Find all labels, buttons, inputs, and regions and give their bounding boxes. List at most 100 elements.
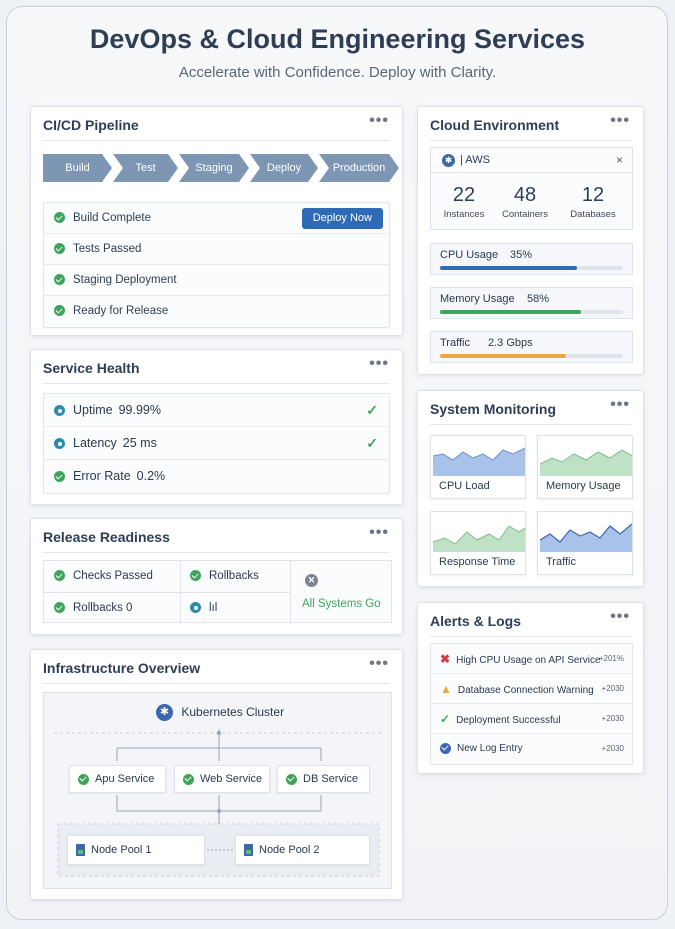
info-icon	[440, 742, 451, 754]
list-item: Staging Deployment	[44, 265, 389, 296]
checks-passed-cell: Checks Passed	[44, 561, 153, 592]
page-subtitle: Accelerate with Confidence. Deploy with …	[178, 64, 497, 81]
stage-deploy[interactable]: Deploy	[250, 154, 318, 182]
cpu-load-tile[interactable]: CPU Load	[430, 435, 526, 499]
card-title: Cloud Environment	[430, 117, 560, 133]
list-item: Ready for Release	[44, 296, 389, 327]
list-item: Latency 25 ms ✓	[44, 427, 389, 460]
more-menu-icon[interactable]: •••	[610, 112, 630, 130]
status-dot-icon	[54, 405, 65, 417]
response-time-sparkline	[433, 525, 525, 552]
memory-usage-tile[interactable]: Memory Usage	[537, 435, 633, 499]
web-service-node[interactable]: Web Service	[174, 765, 270, 793]
check-circle-icon	[54, 243, 65, 255]
node-pool-2[interactable]: Node Pool 2	[235, 835, 370, 865]
card-title: Infrastructure Overview	[43, 660, 201, 676]
aws-panel: ✱ | AWS × 22 Instances 48 Containers 12 …	[430, 147, 633, 230]
rollbacks-count-cell: Rollbacks 0	[44, 593, 132, 624]
traffic-meter: Traffic 2.3 Gbps	[430, 331, 633, 363]
release-grid: Checks Passed Rollbacks Rollbacks 0 lıl …	[43, 560, 392, 624]
usage-fill	[440, 354, 567, 358]
check-circle-icon	[78, 773, 89, 785]
page-title: DevOps & Cloud Engineering Services	[89, 24, 586, 54]
list-item[interactable]: ▲ Database Connection Warning +2030	[431, 674, 632, 704]
metric-cell: lıl	[180, 593, 217, 624]
provider-label: | AWS	[460, 154, 490, 166]
list-item: Uptime 99.99% ✓	[44, 394, 389, 427]
cpu-usage-meter: CPU Usage 35%	[430, 243, 633, 275]
check-circle-icon	[54, 305, 65, 317]
check-circle-icon	[183, 773, 194, 785]
more-menu-icon[interactable]: •••	[610, 608, 630, 626]
health-list: Uptime 99.99% ✓ Latency 25 ms ✓ Error Rate 0.…	[43, 393, 390, 494]
alerts-logs-card: Alerts & Logs ••• ✖ High CPU Usage on API…	[417, 602, 644, 774]
more-menu-icon[interactable]: •••	[369, 655, 389, 673]
status-dot-icon	[54, 438, 65, 450]
more-menu-icon[interactable]: •••	[610, 396, 630, 414]
list-item[interactable]: ✖ High CPU Usage on API Service +201%	[431, 644, 632, 674]
containers-label: Containers	[502, 209, 548, 220]
stage-build[interactable]: Build	[43, 154, 112, 182]
databases-count: 12	[581, 184, 605, 206]
list-item[interactable]: ✓ Deployment Successful +2030	[431, 704, 632, 734]
memory-usage-meter: Memory Usage 58%	[430, 287, 633, 319]
list-item: Build Complete Deploy Now	[44, 203, 389, 234]
response-time-tile[interactable]: Response Time	[430, 511, 526, 575]
memory-usage-sparkline	[540, 449, 632, 476]
card-title: Service Health	[43, 360, 140, 376]
close-circle-icon: ✕	[305, 570, 318, 588]
cpu-load-sparkline	[433, 447, 525, 476]
warning-icon: ▲	[440, 682, 452, 696]
check-circle-icon	[54, 212, 65, 224]
databases-label: Databases	[570, 209, 616, 220]
deploy-now-button[interactable]: Deploy Now	[301, 208, 383, 229]
all-systems-go-status: All Systems Go	[302, 598, 381, 610]
list-item: Error Rate 0.2%	[44, 460, 389, 493]
list-item[interactable]: New Log Entry +2030	[431, 734, 632, 764]
list-item: Tests Passed	[44, 234, 389, 265]
close-icon[interactable]: ×	[616, 153, 623, 167]
cicd-pipeline-card: CI/CD Pipeline ••• Build Test Staging De…	[30, 106, 403, 336]
card-title: Release Readiness	[43, 529, 170, 545]
service-health-card: Service Health ••• Uptime 99.99% ✓ Latency…	[30, 349, 403, 505]
status-dot-icon	[190, 602, 201, 614]
error-icon: ✖	[440, 652, 451, 666]
stage-staging[interactable]: Staging	[179, 154, 249, 182]
traffic-sparkline	[540, 523, 632, 552]
check-circle-icon	[54, 471, 65, 483]
check-circle-icon	[54, 570, 65, 582]
containers-count: 48	[513, 184, 537, 206]
check-circle-icon	[190, 570, 201, 582]
api-service-node[interactable]: Apu Service	[69, 765, 166, 793]
usage-fill	[440, 266, 578, 270]
checkmark-icon: ✓	[366, 402, 378, 418]
cloud-environment-card: Cloud Environment ••• ✱ | AWS × 22 Insta…	[417, 106, 644, 375]
infrastructure-overview-card: Infrastructure Overview ••• ✱ Kubernetes…	[30, 649, 403, 900]
check-circle-icon	[54, 274, 65, 286]
node-pool-icon	[244, 844, 253, 857]
db-service-node[interactable]: DB Service	[277, 765, 370, 793]
more-menu-icon[interactable]: •••	[369, 112, 389, 130]
card-title: System Monitoring	[430, 401, 557, 417]
infra-diagram: ✱ Kubernetes Cluster Apu Service Web Ser…	[43, 692, 392, 889]
stage-test[interactable]: Test	[113, 154, 178, 182]
rollbacks-cell: Rollbacks	[180, 561, 259, 592]
card-title: CI/CD Pipeline	[43, 117, 139, 133]
check-circle-icon	[54, 602, 65, 614]
pipeline-steps-list: Build Complete Deploy Now Tests Passed S…	[43, 202, 390, 328]
node-pool-1[interactable]: Node Pool 1	[67, 835, 205, 865]
alerts-list: ✖ High CPU Usage on API Service +201% ▲ Dat…	[430, 643, 633, 765]
check-circle-icon	[286, 773, 297, 785]
checkmark-icon: ✓	[440, 712, 451, 726]
more-menu-icon[interactable]: •••	[369, 355, 389, 373]
instances-label: Instances	[443, 209, 485, 220]
card-title: Alerts & Logs	[430, 613, 522, 629]
traffic-tile[interactable]: Traffic	[537, 511, 633, 575]
stage-production[interactable]: Production	[319, 154, 399, 182]
node-pool-icon	[76, 844, 85, 857]
system-monitoring-card: System Monitoring ••• CPU Load Memory Us…	[417, 390, 644, 587]
instances-count: 22	[452, 184, 476, 206]
more-menu-icon[interactable]: •••	[369, 524, 389, 542]
usage-fill	[440, 310, 581, 314]
pipeline-stages: Build Test Staging Deploy Production	[43, 154, 400, 182]
